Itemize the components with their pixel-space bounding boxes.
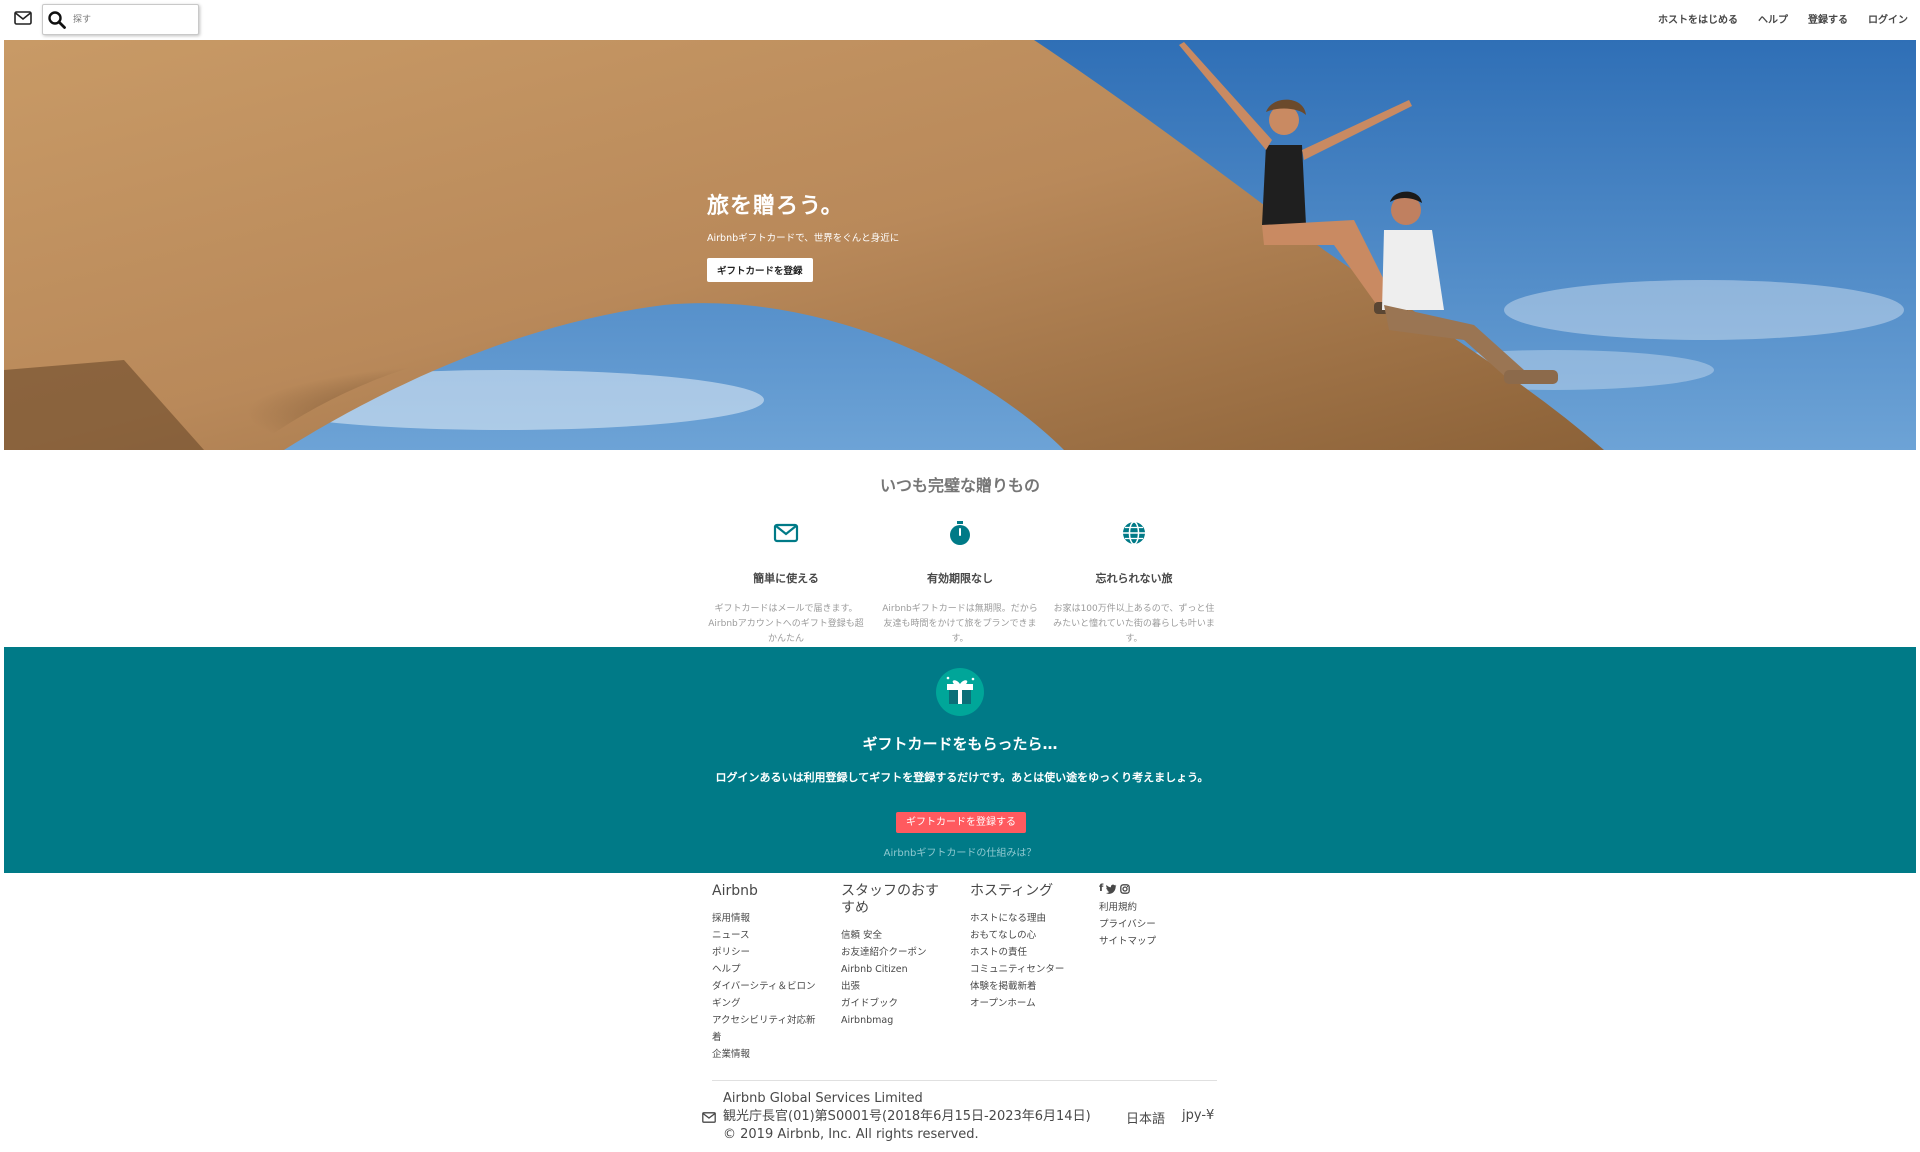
feature-text: ギフトカードはメールで届きます。Airbnbアカウントへのギフト登録も超かんたん: [708, 604, 864, 644]
feature-title: 有効期限なし: [927, 572, 993, 585]
footer-link[interactable]: ガイドブック: [841, 995, 951, 1012]
currency-selector[interactable]: jpy-¥: [1182, 1108, 1214, 1123]
footer-column-hosting: ホスティング ホストになる理由 おもてなしの心 ホストの責任 コミュニティセンタ…: [970, 883, 1080, 1012]
footer-link[interactable]: 信頼 安全: [841, 927, 951, 944]
footer-link[interactable]: プライバシー: [1099, 916, 1209, 933]
redeem-description: ログインあるいは利用登録してギフトを登録するだけです。あとは使い途をゆっくり考え…: [715, 771, 1209, 784]
hero-title: 旅を贈ろう。: [707, 194, 844, 219]
envelope-icon[interactable]: [14, 11, 32, 25]
nav-host-link[interactable]: ホストをはじめる: [1658, 11, 1738, 26]
instagram-icon[interactable]: [1120, 884, 1131, 894]
copyright: © 2019 Airbnb, Inc. All rights reserved.: [723, 1127, 979, 1142]
redeem-section: ギフトカードをもらったら… ログインあるいは利用登録してギフトを登録するだけです…: [4, 647, 1916, 873]
footer-link[interactable]: 利用規約: [1099, 899, 1209, 916]
footer-link[interactable]: Airbnbmag: [841, 1012, 951, 1029]
hero-image: [4, 40, 1916, 450]
footer-link[interactable]: ホストの責任: [970, 944, 1080, 961]
footer-column-airbnb: Airbnb 採用情報 ニュース ポリシー ヘルプ ダイバーシティ＆ビロンギング…: [712, 883, 822, 1063]
footer-column-title: ホスティング: [970, 883, 1054, 899]
how-gift-cards-work-link[interactable]: Airbnbギフトカードの仕組みは？: [4, 844, 1916, 859]
globe-icon: [1123, 521, 1145, 545]
footer-legal: Airbnb Global Services Limited 観光庁長官(01)…: [702, 1090, 1222, 1146]
social-links: f: [1099, 883, 1209, 895]
hero-copy: 旅を贈ろう。 Airbnbギフトカードで、世界をぐんと身近に ギフトカードを登録: [707, 188, 899, 282]
footer-column-title: Airbnb: [712, 883, 758, 899]
footer-link[interactable]: ホストになる理由: [970, 910, 1080, 927]
footer-link[interactable]: オープンホーム: [970, 995, 1080, 1012]
footer-link[interactable]: コミュニティセンター: [970, 961, 1080, 978]
envelope-icon: [773, 523, 799, 543]
footer-divider: [712, 1080, 1217, 1081]
twitter-icon[interactable]: [1106, 884, 1117, 894]
feature-no-expiry: 有効期限なし Airbnbギフトカードは無期限。だから友達も時間をかけて旅をプラ…: [874, 520, 1046, 647]
gift-icon: [936, 668, 984, 716]
legal-text: Airbnb Global Services Limited 観光庁長官(01)…: [723, 1090, 1091, 1144]
search-input[interactable]: [73, 10, 193, 30]
feature-title: 簡単に使える: [753, 572, 819, 585]
features-title: いつも完璧な贈りもの: [879, 476, 1040, 495]
feature-text: お家は100万件以上あるので、ずっと住みたいと憧れていた街の暮らしも叶います。: [1053, 604, 1215, 644]
hero-subtitle: Airbnbギフトカードで、世界をぐんと身近に: [707, 233, 900, 244]
top-bar: ホストをはじめる ヘルプ 登録する ログイン: [0, 0, 1920, 40]
footer-link[interactable]: アクセシビリティ対応新着: [712, 1012, 822, 1046]
hero-banner: 旅を贈ろう。 Airbnbギフトカードで、世界をぐんと身近に ギフトカードを登録: [4, 40, 1916, 450]
footer-link[interactable]: 体験を掲載新着: [970, 978, 1080, 995]
register-gift-card-button[interactable]: ギフトカードを登録: [707, 258, 813, 282]
travel-license: 観光庁長官(01)第S0001号(2018年6月15日-2023年6月14日): [723, 1109, 1091, 1124]
register-gift-card-cta[interactable]: ギフトカードを登録する: [896, 812, 1026, 833]
footer-column-title: スタッフのおすすめ: [841, 883, 939, 916]
search-bar[interactable]: [42, 4, 199, 35]
footer-link[interactable]: ニュース: [712, 927, 822, 944]
nav-login-link[interactable]: ログイン: [1868, 11, 1908, 26]
feature-title: 忘れられない旅: [1095, 572, 1173, 585]
footer-link[interactable]: サイトマップ: [1099, 933, 1209, 950]
nav-help-link[interactable]: ヘルプ: [1758, 11, 1788, 26]
footer-link[interactable]: ダイバーシティ＆ビロンギング: [712, 978, 822, 1012]
search-icon[interactable]: [47, 10, 67, 30]
footer-column-staff-picks: スタッフのおすすめ 信頼 安全 お友達紹介クーポン Airbnb Citizen…: [841, 883, 951, 1029]
stopwatch-icon: [950, 521, 970, 545]
feature-trip: 忘れられない旅 お家は100万件以上あるので、ずっと住みたいと憧れていた街の暮ら…: [1048, 520, 1220, 647]
envelope-icon[interactable]: [702, 1112, 716, 1123]
features-row: 簡単に使える ギフトカードはメールで届きます。Airbnbアカウントへのギフト登…: [700, 520, 1220, 644]
feature-easy: 簡単に使える ギフトカードはメールで届きます。Airbnbアカウントへのギフト登…: [700, 520, 872, 647]
footer-link[interactable]: ポリシー: [712, 944, 822, 961]
footer-link[interactable]: おもてなしの心: [970, 927, 1080, 944]
language-selector[interactable]: 日本語: [1126, 1108, 1165, 1127]
footer-link[interactable]: お友達紹介クーポン: [841, 944, 951, 961]
facebook-icon[interactable]: f: [1099, 883, 1103, 895]
footer-column-social: f 利用規約 プライバシー サイトマップ: [1099, 883, 1209, 950]
footer: Airbnb 採用情報 ニュース ポリシー ヘルプ ダイバーシティ＆ビロンギング…: [712, 883, 1222, 1083]
redeem-title: ギフトカードをもらったら…: [862, 735, 1058, 753]
top-nav: ホストをはじめる ヘルプ 登録する ログイン: [1658, 11, 1908, 26]
footer-link[interactable]: ヘルプ: [712, 961, 822, 978]
footer-link[interactable]: 採用情報: [712, 910, 822, 927]
feature-text: Airbnbギフトカードは無期限。だから友達も時間をかけて旅をプランできます。: [882, 604, 1038, 644]
footer-link[interactable]: 企業情報: [712, 1046, 822, 1063]
company-name: Airbnb Global Services Limited: [723, 1091, 923, 1106]
footer-link[interactable]: 出張: [841, 978, 951, 995]
footer-link[interactable]: Airbnb Citizen: [841, 961, 951, 978]
nav-signup-link[interactable]: 登録する: [1808, 11, 1848, 26]
